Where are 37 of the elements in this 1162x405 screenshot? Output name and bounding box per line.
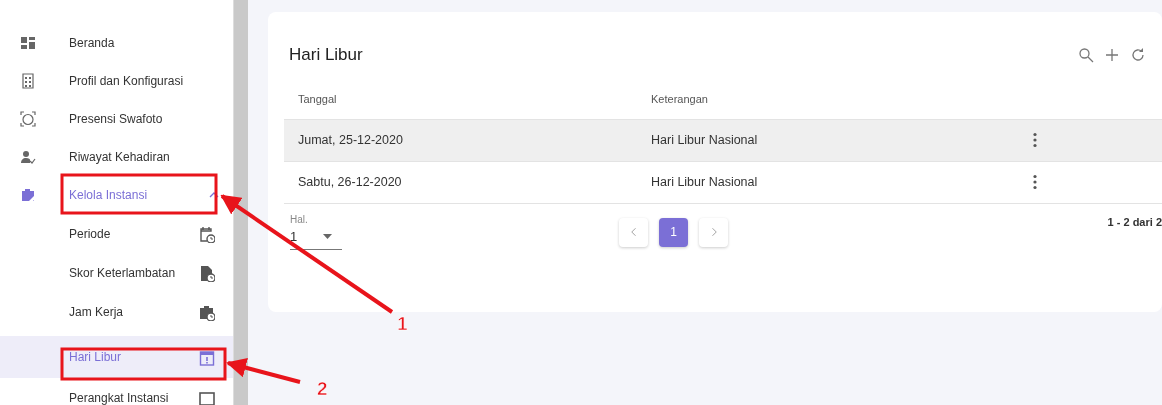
table-cell: Hari Libur Nasional: [651, 174, 758, 189]
person-check-icon: [20, 149, 36, 165]
table-cell: Jumat, 25-12-2020: [298, 132, 403, 147]
calendar-alert-icon: [199, 348, 215, 366]
sidebar-subitem[interactable]: Hari Libur: [0, 336, 233, 378]
sidebar-item[interactable]: Presensi Swafoto: [0, 100, 233, 138]
grid-icon: [20, 35, 36, 51]
sidebar-subitem[interactable]: Skor Keterlambatan: [0, 253, 233, 292]
building-icon: [20, 73, 36, 89]
column-header: Keterangan: [651, 91, 709, 107]
dropdown-icon: [323, 233, 332, 239]
table-cell: Hari Libur Nasional: [651, 132, 758, 147]
sidebar-subitem[interactable]: Jam Kerja: [0, 292, 233, 331]
calendar-clock-icon: [199, 224, 215, 243]
sidebar-item[interactable]: Beranda: [0, 24, 233, 62]
search-icon[interactable]: [1078, 46, 1094, 63]
page-range: 1 - 2 dari 2: [1107, 214, 1162, 230]
annotation-number: 2: [317, 378, 328, 399]
sidebar-subitem[interactable]: Periode: [0, 214, 233, 253]
page-button[interactable]: 1: [659, 217, 688, 247]
face-scan-icon: [20, 111, 36, 127]
column-header: Tanggal: [297, 91, 338, 107]
scrollbar[interactable]: [233, 0, 248, 405]
plus-icon[interactable]: [1104, 46, 1120, 63]
page-select[interactable]: Hal. 1: [290, 211, 342, 250]
sidebar-item[interactable]: Profil dan Konfigurasi: [0, 62, 233, 100]
more-icon[interactable]: [1033, 174, 1037, 190]
sidebar-item[interactable]: Riwayat Kehadiran: [0, 138, 233, 176]
card-title: Hari Libur: [288, 44, 363, 66]
more-icon[interactable]: [1033, 132, 1037, 148]
table-row[interactable]: Jumat, 25-12-2020 Hari Libur Nasional: [284, 119, 1162, 162]
annotation-number: 1: [397, 313, 408, 334]
sidebar-subitem[interactable]: Perangkat Instansi: [0, 378, 233, 405]
refresh-icon[interactable]: [1130, 46, 1146, 63]
document-clock-icon: [199, 263, 215, 282]
sidebar-item[interactable]: Kelola Instansi: [0, 176, 233, 214]
table-cell: Sabtu, 26-12-2020: [298, 174, 402, 189]
